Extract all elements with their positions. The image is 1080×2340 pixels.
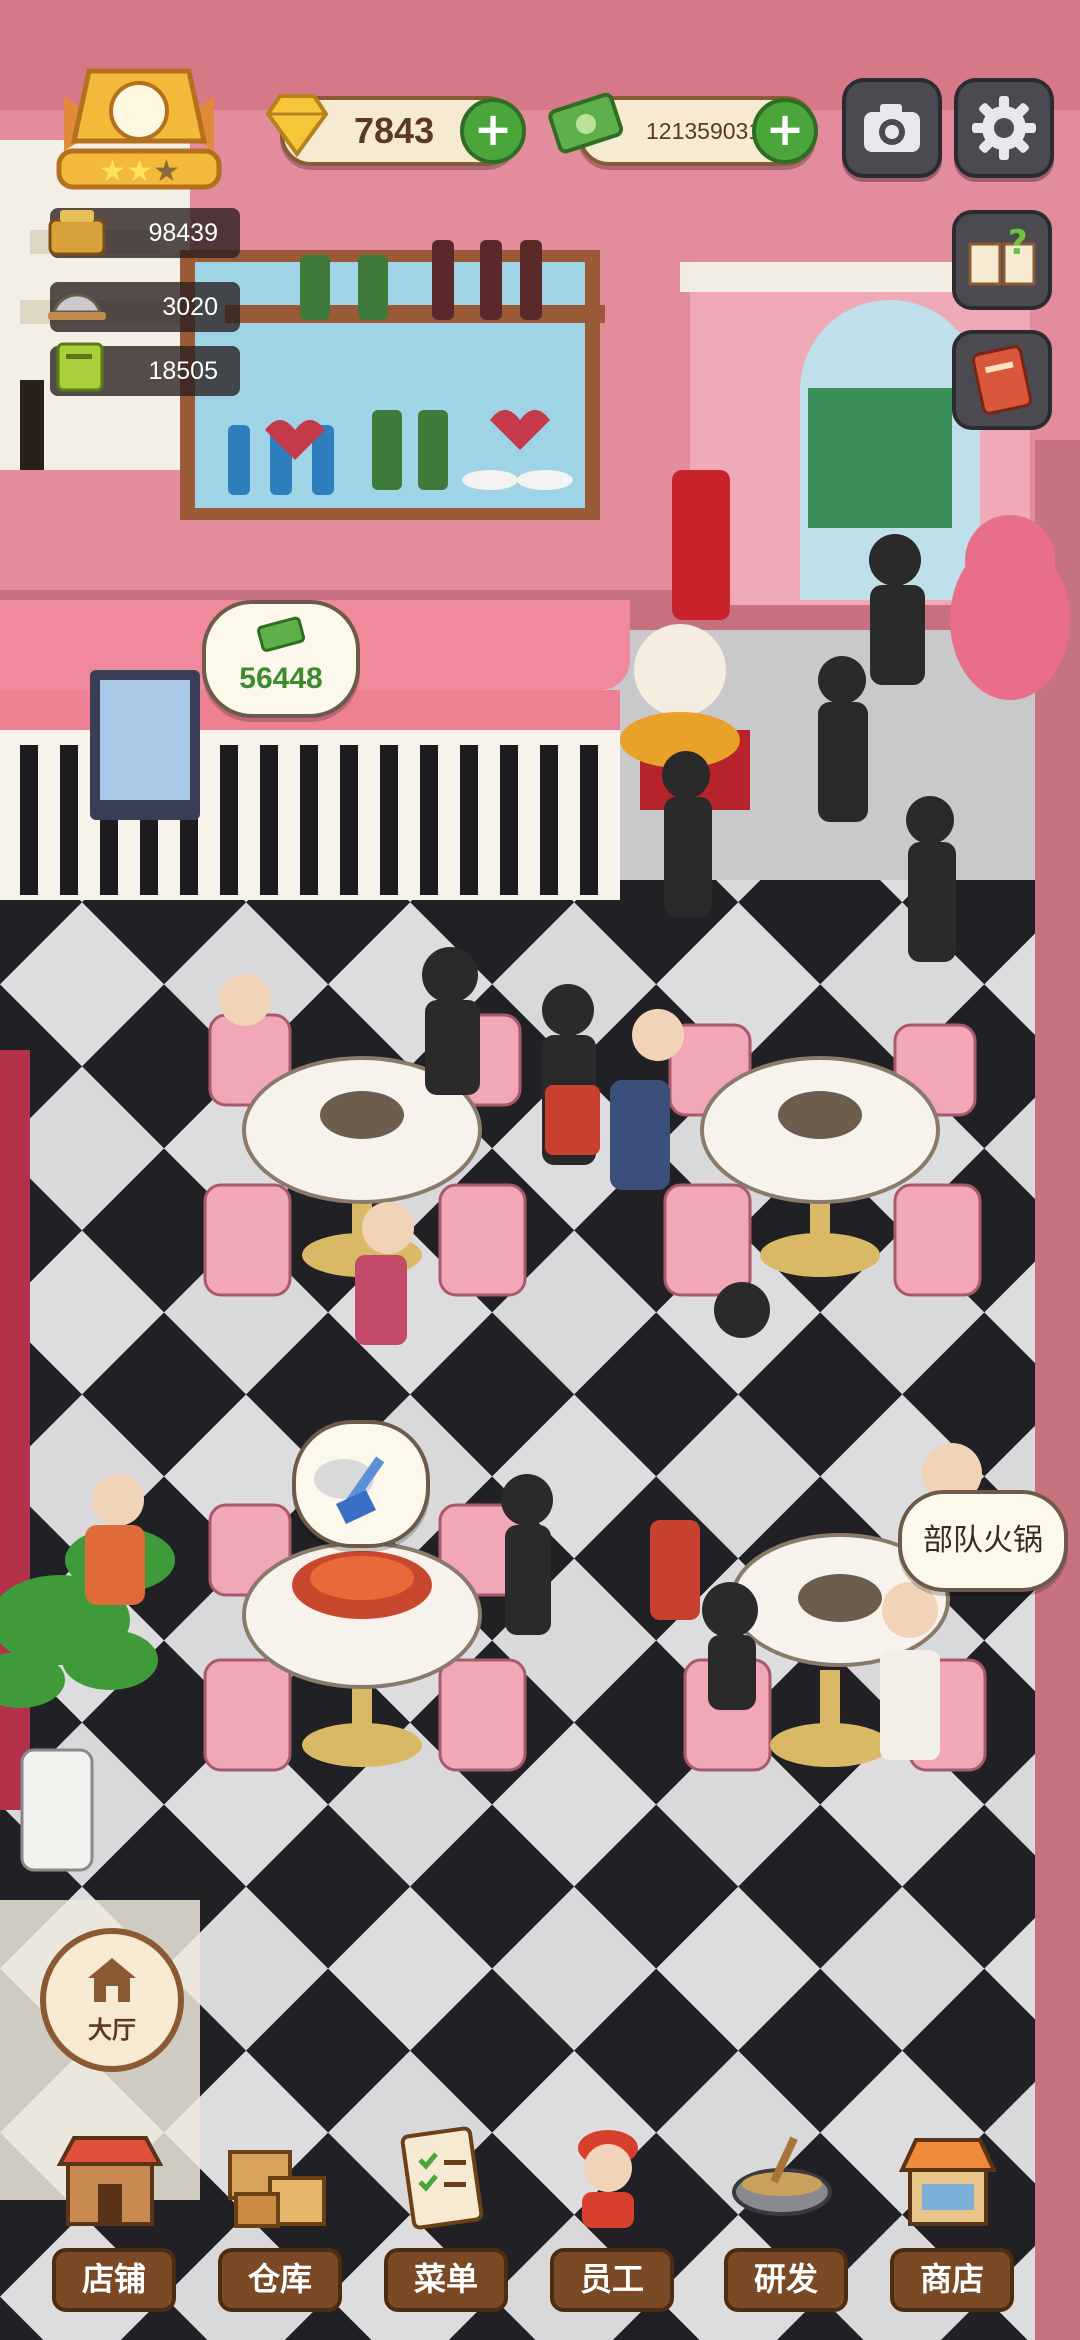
quest-scroll-button[interactable] — [952, 330, 1052, 430]
help-book-icon: ? — [968, 223, 1036, 286]
nav-staff-label: 员工 — [550, 2248, 674, 2312]
staff-icon — [578, 2130, 638, 2228]
cash-value: 121359031 — [646, 118, 762, 144]
svg-text:★: ★ — [99, 154, 126, 189]
nav-shop-label: 商店 — [890, 2248, 1014, 2312]
nav-shop[interactable]: 商店 — [878, 2122, 1018, 2322]
boxes-icon — [228, 2150, 326, 2228]
restaurant-rank-badge[interactable]: ★ ★ ★ — [44, 56, 234, 196]
broom-icon — [314, 1456, 385, 1524]
nav-research-label: 研发 — [724, 2248, 848, 2312]
camera-icon — [864, 104, 920, 152]
clipboard-menu-icon — [400, 2126, 484, 2230]
counter-cash-bubble[interactable]: 56448 — [202, 600, 360, 718]
shop-stall-icon — [898, 2138, 998, 2226]
svg-text:★: ★ — [126, 154, 153, 189]
chef-hat-crest-icon: ★ ★ ★ — [56, 68, 222, 190]
svg-text:★: ★ — [153, 154, 180, 189]
gems-value: 7843 — [354, 110, 435, 151]
resource-2-value: 3020 — [162, 293, 218, 321]
nav-store-label: 店铺 — [52, 2248, 176, 2312]
add-cash-button[interactable]: + — [752, 98, 818, 164]
dish-order-text: 部队火锅 — [923, 1523, 1043, 1558]
cash-stack-icon — [257, 616, 306, 652]
add-gems-button[interactable]: + — [460, 98, 526, 164]
storefront-icon — [56, 2136, 164, 2226]
camera-button[interactable] — [842, 78, 942, 178]
dish-order-bubble: 部队火锅 — [898, 1490, 1068, 1592]
gem-icon — [258, 86, 336, 164]
nav-warehouse-label: 仓库 — [218, 2248, 342, 2312]
recipe-book-icon — [50, 336, 110, 398]
counter-cash-value: 56448 — [239, 662, 323, 695]
hall-label: 大厅 — [88, 2016, 136, 2044]
nav-warehouse[interactable]: 仓库 — [206, 2122, 346, 2322]
cleaning-needed-bubble[interactable] — [292, 1420, 430, 1548]
hall-view-button[interactable]: 大厅 — [40, 1928, 184, 2072]
resource-3-value: 18505 — [148, 357, 218, 385]
resource-1-value: 98439 — [148, 219, 218, 247]
nav-staff[interactable]: 员工 — [538, 2122, 678, 2322]
scroll-icon — [971, 345, 1033, 415]
nav-menu-label: 菜单 — [384, 2248, 508, 2312]
house-icon — [88, 1958, 136, 2002]
settings-button[interactable] — [954, 78, 1054, 178]
gear-icon — [972, 96, 1036, 160]
cash-icon — [546, 84, 630, 164]
stove-icon — [44, 200, 110, 262]
nav-research[interactable]: 研发 — [712, 2122, 852, 2322]
nav-store[interactable]: 店铺 — [40, 2122, 180, 2322]
serving-dish-icon — [44, 272, 110, 334]
wok-icon — [732, 2136, 832, 2216]
svg-text:?: ? — [1008, 223, 1028, 263]
nav-menu[interactable]: 菜单 — [372, 2122, 512, 2322]
help-guide-button[interactable]: ? — [952, 210, 1052, 310]
